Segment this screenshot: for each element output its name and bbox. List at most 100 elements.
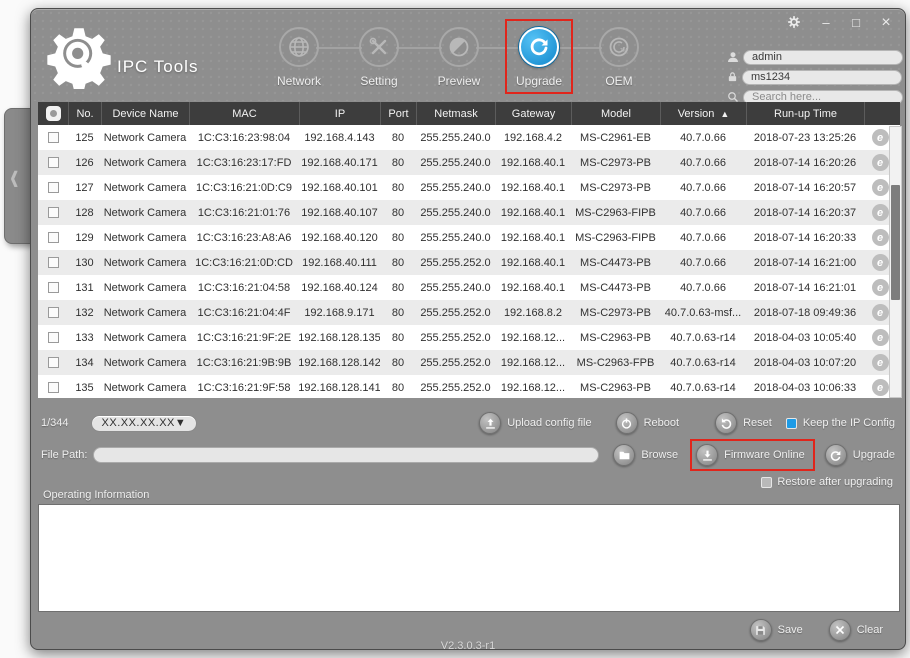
table-row[interactable]: 133 Network Camera 1C:C3:16:21:9F:2E 192… <box>38 325 900 350</box>
username-input[interactable] <box>743 50 903 65</box>
row-checkbox[interactable] <box>48 182 59 193</box>
scrollbar-thumb[interactable] <box>891 185 900 300</box>
upgrade-arrow-icon <box>825 444 847 466</box>
minimize-button[interactable]: – <box>817 15 835 31</box>
table-row[interactable]: 127 Network Camera 1C:C3:16:21:0D:C9 192… <box>38 175 900 200</box>
network-globe-icon <box>279 27 319 67</box>
table-row[interactable]: 125 Network Camera 1C:C3:16:23:98:04 192… <box>38 125 900 150</box>
lock-icon <box>727 71 738 83</box>
reset-button[interactable]: Reset <box>715 412 772 434</box>
reset-arrow-icon <box>715 412 737 434</box>
col-header-mac[interactable]: MAC <box>189 102 299 125</box>
app-title: IPC Tools <box>117 57 198 77</box>
row-checkbox[interactable] <box>48 257 59 268</box>
restore-after-upgrading-group[interactable]: Restore after upgrading <box>761 475 893 489</box>
firmware-online-button[interactable]: Firmware Online <box>696 444 805 466</box>
preview-lens-icon <box>439 27 479 67</box>
restore-after-checkbox[interactable] <box>761 477 772 488</box>
reboot-button[interactable]: Reboot <box>616 412 679 434</box>
close-button[interactable]: × <box>877 15 895 31</box>
open-in-browser-icon[interactable]: e <box>872 179 889 196</box>
firmware-online-highlight-box: Firmware Online <box>690 439 815 471</box>
toolbar-row-1: 1/344 XX.XX.XX.XX▼ Upload config file <box>41 411 895 435</box>
open-in-browser-icon[interactable]: e <box>872 379 889 396</box>
download-icon <box>696 444 718 466</box>
col-header-port[interactable]: Port <box>380 102 416 125</box>
password-input[interactable] <box>742 70 902 85</box>
table-row[interactable]: 126 Network Camera 1C:C3:16:23:17:FD 192… <box>38 150 900 175</box>
col-header-no[interactable]: No. <box>68 102 101 125</box>
open-in-browser-icon[interactable]: e <box>872 354 889 371</box>
col-header-gateway[interactable]: Gateway <box>495 102 571 125</box>
table-row[interactable]: 132 Network Camera 1C:C3:16:21:04:4F 192… <box>38 300 900 325</box>
clear-button[interactable]: Clear <box>829 619 883 641</box>
table-scrollbar[interactable] <box>889 126 902 398</box>
chevron-left-icon: ‹ <box>5 151 19 201</box>
operating-info-label: Operating Information <box>43 489 149 501</box>
keep-ip-checkbox[interactable] <box>786 418 797 429</box>
col-header-model[interactable]: Model <box>571 102 660 125</box>
upload-config-button[interactable]: Upload config file <box>479 412 591 434</box>
nav-item-upgrade[interactable]: Upgrade <box>499 27 579 88</box>
open-in-browser-icon[interactable]: e <box>872 154 889 171</box>
col-header-version[interactable]: Version ▲ <box>660 102 746 125</box>
select-all-checkbox[interactable] <box>46 106 61 121</box>
col-header-ip[interactable]: IP <box>299 102 380 125</box>
nav-item-oem[interactable]: TM OEM <box>579 27 659 88</box>
open-in-browser-icon[interactable]: e <box>872 129 889 146</box>
open-in-browser-icon[interactable]: e <box>872 279 889 296</box>
user-icon <box>727 51 739 63</box>
pagination-label: 1/344 <box>41 417 69 429</box>
row-checkbox[interactable] <box>48 332 59 343</box>
col-header-device-name[interactable]: Device Name <box>101 102 189 125</box>
row-checkbox[interactable] <box>48 382 59 393</box>
open-in-browser-icon[interactable]: e <box>872 204 889 221</box>
gear-magnifier-logo-icon <box>45 23 113 89</box>
folder-icon <box>613 444 635 466</box>
row-checkbox[interactable] <box>48 207 59 218</box>
table-row[interactable]: 129 Network Camera 1C:C3:16:23:A8:A6 192… <box>38 225 900 250</box>
row-checkbox[interactable] <box>48 132 59 143</box>
table-row[interactable]: 128 Network Camera 1C:C3:16:21:01:76 192… <box>38 200 900 225</box>
row-checkbox[interactable] <box>48 282 59 293</box>
table-row[interactable]: 131 Network Camera 1C:C3:16:21:04:58 192… <box>38 275 900 300</box>
open-in-browser-icon[interactable]: e <box>872 304 889 321</box>
file-path-input[interactable] <box>93 447 599 463</box>
save-button[interactable]: Save <box>750 619 803 641</box>
upgrade-highlight-box <box>505 19 573 94</box>
oem-logo-icon: TM <box>599 27 639 67</box>
table-row[interactable]: 130 Network Camera 1C:C3:16:21:0D:CD 192… <box>38 250 900 275</box>
operating-info-textarea[interactable] <box>38 504 900 612</box>
maximize-button[interactable]: □ <box>847 15 865 31</box>
upload-icon <box>479 412 501 434</box>
row-checkbox[interactable] <box>48 357 59 368</box>
nav-label: OEM <box>605 74 632 88</box>
col-header-runup[interactable]: Run-up Time <box>746 102 864 125</box>
row-checkbox[interactable] <box>48 232 59 243</box>
row-checkbox[interactable] <box>48 157 59 168</box>
open-in-browser-icon[interactable]: e <box>872 329 889 346</box>
row-checkbox[interactable] <box>48 307 59 318</box>
app-version: V2.3.0.3-r1 <box>31 640 905 650</box>
nav-label: Preview <box>438 74 481 88</box>
ip-filter-dropdown[interactable]: XX.XX.XX.XX▼ <box>91 415 198 432</box>
table-row[interactable]: 134 Network Camera 1C:C3:16:21:9B:9B 192… <box>38 350 900 375</box>
nav-item-network[interactable]: Network <box>259 27 339 88</box>
nav-item-setting[interactable]: Setting <box>339 27 419 88</box>
power-icon <box>616 412 638 434</box>
open-in-browser-icon[interactable]: e <box>872 229 889 246</box>
clear-x-icon <box>829 619 851 641</box>
open-in-browser-icon[interactable]: e <box>872 254 889 271</box>
col-header-netmask[interactable]: Netmask <box>416 102 495 125</box>
screen: ‹ – □ × <box>0 0 910 658</box>
keep-ip-config-checkbox-group[interactable]: Keep the IP Config <box>786 417 895 429</box>
login-panel <box>727 49 895 105</box>
nav-item-preview[interactable]: Preview <box>419 27 499 88</box>
browse-button[interactable]: Browse <box>613 444 678 466</box>
upgrade-button[interactable]: Upgrade <box>825 444 895 466</box>
header: – □ × IPC Tools <box>31 9 905 101</box>
settings-gear-icon[interactable] <box>787 15 805 31</box>
table-row[interactable]: 135 Network Camera 1C:C3:16:21:9F:58 192… <box>38 375 900 398</box>
toolbar-row-2: File Path: Browse <box>41 443 895 467</box>
footer-buttons: Save Clear <box>750 619 883 641</box>
